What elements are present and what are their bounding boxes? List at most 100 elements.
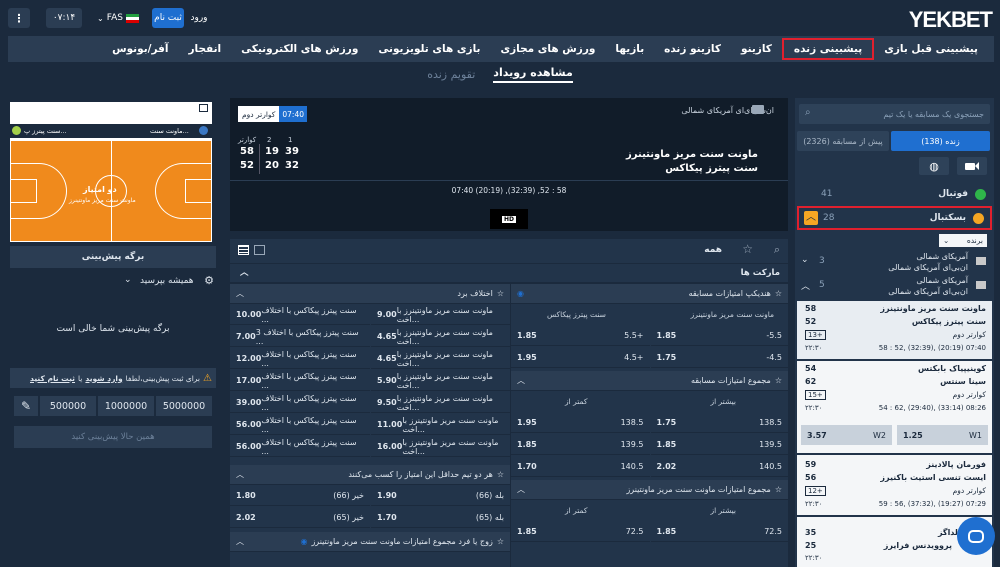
chevron-up-icon: ︿ <box>801 282 811 292</box>
odd-label: 140.5 <box>620 462 644 471</box>
game-card[interactable]: 59 فورمان پالادینز 56 ایست تنسی استیت با… <box>797 455 992 515</box>
game-card[interactable]: 54 کوینیپیاک بابکتس 62 سینا سنتس 15+ کوا… <box>797 361 992 453</box>
collapse-icon[interactable] <box>199 104 208 112</box>
odd-button[interactable]: 11.00 ماونت سنت مریز ماونتینرز با اخت... <box>371 415 510 435</box>
globe-icon[interactable]: ◍ <box>919 157 949 175</box>
markets-right: ◉ هندیکپ امتیازات مسابقه ☆ ماونت سنت مریز… <box>511 284 788 567</box>
odd-button[interactable]: 2.02 خیر (65) <box>230 508 370 528</box>
chat-icon[interactable] <box>957 517 995 555</box>
edit-icon[interactable]: ✎ <box>14 396 38 416</box>
collapse-icon[interactable]: ︿ <box>804 211 818 225</box>
odd-w1-button[interactable]: 1.25 W1 <box>897 425 988 445</box>
tv-icon[interactable] <box>752 105 764 114</box>
search-input[interactable]: جستجوی یک مسابقه یا یک تیم <box>799 104 990 124</box>
odd-button[interactable]: 56.00 سنت پیترز پیکاکس با اختلاف ... <box>230 437 370 457</box>
nav-esports[interactable]: ورزش های الکترونیکی <box>231 38 368 60</box>
register-button[interactable]: ثبت نام <box>152 8 184 28</box>
market-handicap-title[interactable]: ◉ هندیکپ امتیازات مسابقه ☆ <box>511 284 788 304</box>
star-icon[interactable]: ☆ <box>742 242 753 256</box>
amount-preset[interactable]: 500000 <box>40 396 96 416</box>
star-icon[interactable]: ☆ <box>497 537 504 546</box>
nav-games[interactable]: بازیها <box>605 38 654 60</box>
video-icon[interactable] <box>957 157 987 175</box>
odds-change-setting[interactable]: ⌄ همیشه بپرسید ⚙ <box>10 273 216 291</box>
odd-button[interactable]: 17.00 سنت پیترز پیکاکس با اختلاف ... <box>230 371 370 391</box>
grid-view-icon[interactable] <box>238 245 249 255</box>
odd-button[interactable]: 1.95 4.5+ <box>511 348 650 368</box>
dots-vertical-icon[interactable]: ⋮ <box>8 8 30 28</box>
star-icon[interactable]: ☆ <box>775 376 782 385</box>
odd-button[interactable]: 1.75 138.5 <box>650 413 788 433</box>
odd-button[interactable]: 4.65 ماونت سنت مریز ماونتینرز با اخت... <box>371 327 510 347</box>
odd-button[interactable]: 7.00 سنت پیترز پیکاکس با اختلاف 3 ... <box>230 327 370 347</box>
odd-button[interactable]: 1.85 -5.5 <box>650 326 788 346</box>
market-both-title[interactable]: ︿ هر دو تیم حداقل این امتیاز را کسب می‌ک… <box>230 465 510 485</box>
tab-prematch[interactable]: پیش از مسابقه (2326) <box>797 131 889 151</box>
sport-basketball[interactable]: ︿ 28 بسکتبال <box>797 206 992 230</box>
logo[interactable]: YEKBET <box>909 7 993 33</box>
market-team-total-title[interactable]: ︿ مجموع امتیازات ماونت سنت مریز ماونتینرز… <box>511 480 788 500</box>
odd-button[interactable]: 9.50 ماونت سنت مریز ماونتینرز با اخت... <box>371 393 510 413</box>
winner-select[interactable]: ⌄ برنده <box>939 234 987 247</box>
odd-label: 4.5+ <box>624 353 644 362</box>
odd-button[interactable]: 1.95 138.5 <box>511 413 650 433</box>
markets-header[interactable]: مارکت ها ︿ <box>230 264 788 282</box>
amount-preset[interactable]: 5000000 <box>156 396 212 416</box>
market-total-title[interactable]: ︿ مجموع امتیازات مسابقه ☆ <box>511 371 788 391</box>
list-view-icon[interactable] <box>254 245 265 255</box>
odd-button[interactable]: 9.00 ماونت سنت مریز ماونتینرز با اخت... <box>371 305 510 325</box>
odd-button[interactable]: 10.00 سنت پیترز پیکاکس با اختلاف ... <box>230 305 370 325</box>
nav-live-casino[interactable]: کازینو زنده <box>654 38 731 60</box>
nav-live[interactable]: پیشبینی زنده <box>781 38 875 60</box>
search-icon[interactable]: ⌕ <box>774 243 780 257</box>
gear-icon[interactable]: ⚙ <box>204 274 214 287</box>
sport-football[interactable]: 41 فوتبال <box>795 183 994 205</box>
market-parity-title[interactable]: ︿ ◉ زوج یا فرد مجموع امتیازات ماونت سنت م… <box>230 532 510 552</box>
league-row[interactable]: ︿ 5 آمریکای شمالی ان‌بی‌ای آمریکای شمالی <box>795 275 994 299</box>
nav-bonus[interactable]: آفر/بونوس <box>102 38 178 60</box>
nav-tv-games[interactable]: بازی های تلویزیونی <box>368 38 490 60</box>
tab-calendar[interactable]: تقویم زنده <box>427 68 475 81</box>
amount-preset[interactable]: 1000000 <box>98 396 154 416</box>
odd-button[interactable]: 12.00 سنت پیترز پیکاکس با اختلاف ... <box>230 349 370 369</box>
odd-button[interactable]: 4.65 ماونت سنت مریز ماونتینرز با اخت... <box>371 349 510 369</box>
odd-button[interactable]: 39.00 سنت پیترز پیکاکس با اختلاف ... <box>230 393 370 413</box>
market-diff-title[interactable]: ︿ اختلاف برد ☆ <box>230 284 510 304</box>
nav-crash[interactable]: انفجار <box>179 38 232 60</box>
odd-button[interactable]: 1.80 خیر (66) <box>230 486 370 506</box>
odd-button[interactable]: 1.90 بله (66) <box>371 486 510 506</box>
odd-button[interactable]: 56.00 سنت پیترز پیکاکس با اختلاف ... <box>230 415 370 435</box>
nav-casino[interactable]: کازینو <box>731 38 782 60</box>
league-row[interactable]: ⌄ 3 آمریکای شمالی ان‌بی‌ای آمریکای شمالی <box>795 251 994 275</box>
place-bet-button[interactable]: همین حالا پیش‌بینی کنید <box>14 426 212 448</box>
odd-button[interactable]: 1.85 72.5 <box>650 522 788 542</box>
odd-button[interactable]: 16.00 ماونت سنت مریز ماونتینرز با اخت... <box>371 437 510 457</box>
star-icon[interactable]: ☆ <box>497 470 504 479</box>
odd-button[interactable]: 2.02 140.5 <box>650 457 788 477</box>
chevron-down-icon: ⌄ <box>124 275 132 285</box>
odd-button[interactable]: 1.85 72.5 <box>511 522 650 542</box>
odd-button[interactable]: 1.70 140.5 <box>511 457 650 477</box>
odd-button[interactable]: 1.85 5.5+ <box>511 326 650 346</box>
star-icon[interactable]: ☆ <box>497 289 504 298</box>
login-button[interactable]: ورود <box>186 8 212 28</box>
odd-w2-button[interactable]: 3.57 W2 <box>801 425 892 445</box>
betslip-title[interactable]: برگه پیش‌بینی <box>10 246 216 268</box>
odd-button[interactable]: 5.90 ماونت سنت مریز ماونتینرز با اخت... <box>371 371 510 391</box>
odd-value: 1.70 <box>517 462 537 471</box>
odd-value: 9.50 <box>377 398 397 407</box>
odd-button[interactable]: 1.75 -4.5 <box>650 348 788 368</box>
nav-prematch[interactable]: پیشبینی قبل بازی <box>874 38 988 60</box>
star-icon[interactable]: ☆ <box>775 485 782 494</box>
game-card[interactable]: 58 ماونت سنت مریز ماونتینرز 52 سنت پیترز… <box>797 301 992 359</box>
tab-events[interactable]: مشاهده رویداد <box>493 66 573 83</box>
language-selector[interactable]: ⌄ FAS <box>90 8 146 28</box>
odd-button[interactable]: 1.70 بله (65) <box>371 508 510 528</box>
hd-button[interactable]: HD <box>490 209 528 229</box>
nav-virtual-sports[interactable]: ورزش های مجازی <box>490 38 605 60</box>
odd-button[interactable]: 1.85 139.5 <box>511 435 650 455</box>
tab-live[interactable]: زنده (138) <box>891 131 990 151</box>
odd-button[interactable]: 1.85 139.5 <box>650 435 788 455</box>
star-icon[interactable]: ☆ <box>775 289 782 298</box>
filter-all[interactable]: همه <box>704 245 722 255</box>
